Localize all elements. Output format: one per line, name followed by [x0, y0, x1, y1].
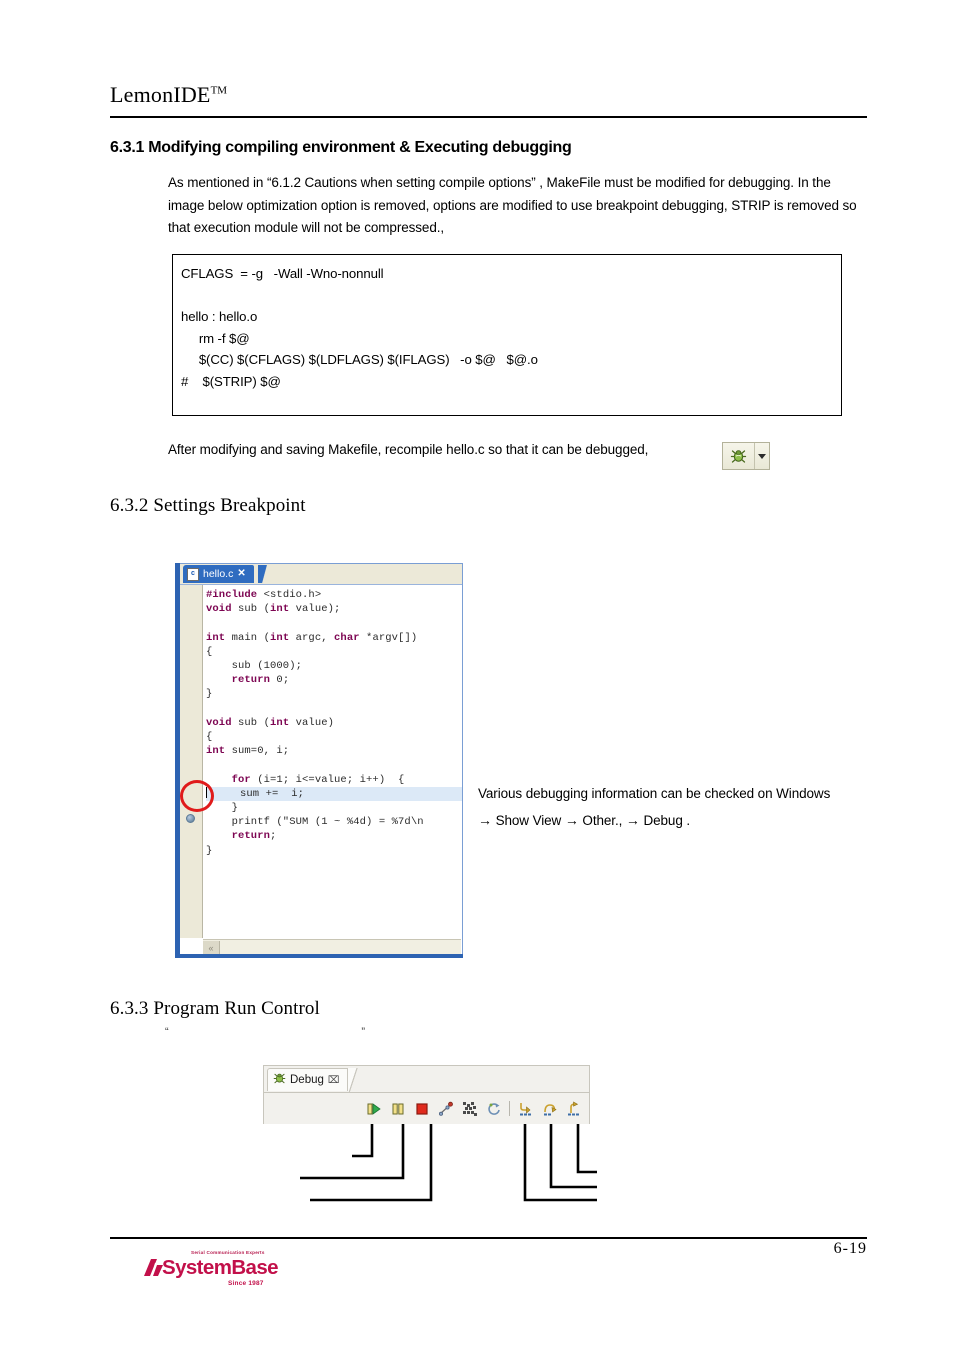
heading-6-3-2: 6.3.2 Settings Breakpoint	[110, 495, 306, 516]
arrow-icon: →	[564, 812, 579, 828]
code-line: CFLAGS = -g -Wall -Wno-nonnull	[181, 266, 384, 281]
bug-icon[interactable]	[723, 443, 755, 469]
code-line: }	[206, 802, 239, 815]
editor-gutter[interactable]	[180, 585, 203, 938]
code-line: }	[206, 844, 213, 857]
menu-other: Other.,	[582, 813, 623, 828]
c-file-icon: c	[187, 567, 199, 581]
menu-debug: Debug .	[643, 813, 691, 828]
paragraph-after-code: After modifying and saving Makefile, rec…	[168, 442, 649, 457]
debug-tab-label: Debug	[290, 1074, 324, 1086]
heading-6-3-3: 6.3.3 Program Run Control	[110, 998, 320, 1019]
code-line: #include <stdio.h>	[206, 589, 322, 601]
arrow-icon: →	[478, 812, 492, 828]
breakpoint-highlight-annotation	[180, 780, 214, 812]
code-line: }	[206, 688, 213, 701]
paragraph-6-3-1: As mentioned in “6.1.2 Cautions when set…	[168, 175, 857, 235]
code-line: $(CC) $(CFLAGS) $(LDFLAGS) $(IFLAGS) -o …	[181, 352, 538, 368]
code-line: void sub (int value);	[206, 603, 341, 616]
note-line-1: Various debugging information can be che…	[478, 786, 831, 801]
code-line: int sum=0, i;	[206, 745, 290, 758]
arrow-icon: →	[625, 812, 640, 828]
tab-debug[interactable]: Debug ⌧	[267, 1068, 349, 1091]
maximize-icon[interactable]: ⌧	[328, 1075, 340, 1086]
breakpoint-marker-icon[interactable]	[186, 814, 195, 823]
code-line: sum += i;	[206, 786, 462, 802]
code-line: hello : hello.o	[181, 309, 258, 325]
header-divider	[110, 116, 867, 118]
chevron-down-icon[interactable]	[755, 443, 769, 469]
tab-label: hello.c	[203, 568, 234, 580]
logo-mark-icon	[144, 1258, 164, 1277]
page-header: LemonIDETM	[110, 82, 867, 108]
footer-divider	[110, 1237, 867, 1239]
code-line: return;	[231, 830, 277, 843]
code-line: int main (int argc, char *argv[])	[206, 631, 418, 644]
code-editor-screenshot: c hello.c ✕ #include <stdio.h> void sub (…	[175, 563, 463, 958]
editor-bottom-rail	[180, 954, 463, 958]
document-title: LemonIDETM	[110, 82, 228, 107]
empty-quoted-text: “ ”	[165, 1026, 365, 1038]
editor-tabstrip: c hello.c ✕	[180, 564, 462, 585]
page-number: 6-19	[833, 1240, 867, 1257]
code-line: void sub (int value)	[206, 716, 335, 729]
logo-since: Since 1987	[228, 1280, 264, 1287]
close-icon[interactable]: ✕	[237, 569, 245, 579]
tab-hello-c[interactable]: c hello.c ✕	[183, 565, 254, 583]
code-line: {	[206, 645, 213, 658]
logo-tagline: Serial Communication Experts	[191, 1250, 265, 1255]
debug-bug-icon	[273, 1072, 286, 1088]
code-line: {	[206, 731, 213, 744]
code-line: # $(STRIP) $@	[181, 373, 281, 389]
quote-open: “	[165, 1026, 169, 1038]
editor-code-area[interactable]: #include <stdio.h> void sub (int value); …	[203, 585, 462, 938]
debug-toolbar-button[interactable]	[722, 442, 770, 470]
code-line: printf ("SUM (1 ~ %4d) = %7d\n	[206, 816, 424, 829]
tab-curve-decoration	[258, 565, 284, 583]
debug-views-note: Various debugging information can be che…	[478, 780, 878, 834]
code-line: for (i=1; i<=value; i++) {	[231, 773, 405, 786]
note-line-2: → Show View → Other., → Debug .	[478, 807, 878, 834]
code-line: sub (1000);	[206, 660, 303, 673]
heading-6-3-1: 6.3.1 Modifying compiling environment & …	[110, 139, 572, 156]
quote-close: ”	[361, 1026, 365, 1038]
editor-frame: c hello.c ✕ #include <stdio.h> void sub (…	[180, 563, 463, 958]
code-line: return 0;	[231, 674, 290, 687]
callout-leader-lines	[300, 1124, 597, 1202]
debug-tab-curve-decoration	[348, 1068, 372, 1092]
menu-show-view: Show View	[495, 813, 562, 828]
logo-wordmark: SystemBase	[162, 1256, 279, 1279]
debug-view-tabrow: Debug ⌧	[264, 1066, 589, 1093]
systembase-logo: Serial Communication Experts SystemBase …	[144, 1250, 279, 1292]
makefile-code-block: CFLAGS = -g -Wall -Wno-nonnull hello : h…	[172, 254, 842, 416]
code-line: rm -f $@	[181, 330, 250, 346]
